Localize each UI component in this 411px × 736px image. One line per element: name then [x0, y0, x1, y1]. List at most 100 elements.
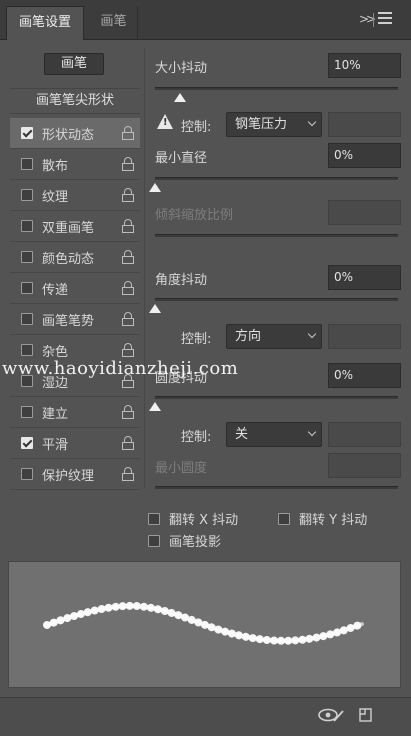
- roundness-control-value: 关: [235, 427, 249, 442]
- lock-icon[interactable]: [122, 312, 134, 326]
- list-item-label: 传递: [42, 283, 69, 298]
- size-control-label: 控制:: [181, 120, 212, 135]
- lock-icon[interactable]: [122, 188, 134, 202]
- lock-icon[interactable]: [122, 157, 134, 171]
- lock-icon[interactable]: [122, 343, 134, 357]
- panel-menu-icon[interactable]: [378, 12, 392, 26]
- list-item-label: 平滑: [42, 438, 69, 453]
- size-control-value: 钢笔压力: [235, 117, 288, 132]
- list-item-label: 纹理: [42, 190, 69, 205]
- roundness-control-label: 控制:: [181, 430, 212, 445]
- angle-control-dropdown[interactable]: 方向: [226, 324, 322, 349]
- brush-pose-checkbox[interactable]: [21, 313, 33, 325]
- flip-x-checkbox[interactable]: [148, 513, 160, 525]
- tilt-scale-track: [155, 234, 398, 237]
- noise-checkbox[interactable]: [21, 344, 33, 356]
- roundness-jitter-slider-thumb[interactable]: [149, 402, 161, 411]
- min-diameter-slider-thumb[interactable]: [149, 183, 161, 192]
- lock-icon[interactable]: [122, 250, 134, 264]
- dual-brush-checkbox[interactable]: [21, 220, 33, 232]
- scattering-checkbox[interactable]: [21, 158, 33, 170]
- lock-icon[interactable]: [122, 467, 134, 481]
- tab-brush-settings[interactable]: 画笔设置: [6, 6, 84, 40]
- smoothing-checkbox[interactable]: [21, 437, 33, 449]
- build-up-checkbox[interactable]: [21, 406, 33, 418]
- list-item-label: 颜色动态: [42, 252, 95, 267]
- chevron-down-icon: [307, 117, 317, 127]
- roundness-jitter-track[interactable]: [155, 396, 398, 399]
- lock-icon[interactable]: [122, 219, 134, 233]
- list-item-scattering[interactable]: 散布: [10, 149, 140, 180]
- list-item-transfer[interactable]: 传递: [10, 273, 140, 304]
- brush-stroke-preview: [8, 561, 401, 688]
- brush-presets-button[interactable]: 画笔: [44, 53, 104, 75]
- lock-icon[interactable]: [122, 281, 134, 295]
- panel-tabbar: 画笔设置 画笔 >>: [0, 0, 411, 40]
- roundness-control-dropdown[interactable]: 关: [226, 422, 322, 447]
- column-divider: [144, 48, 145, 488]
- eye-toggle-icon[interactable]: [318, 707, 344, 723]
- list-item-label: 建立: [42, 407, 69, 422]
- flip-y-checkbox[interactable]: [278, 513, 290, 525]
- brush-options-list: 形状动态 散布 纹理 双重画笔 颜色动态 传递 画笔笔势 杂色 湿边 建立 平滑…: [10, 118, 140, 490]
- size-control-dropdown[interactable]: 钢笔压力: [226, 112, 322, 137]
- watermark-text: www.haoyidianzheji.com: [2, 358, 239, 379]
- list-item-protect-texture[interactable]: 保护纹理: [10, 459, 140, 490]
- chevron-down-icon: [307, 427, 317, 437]
- size-jitter-track[interactable]: [155, 87, 398, 90]
- min-diameter-label: 最小直径: [155, 151, 208, 166]
- brush-projection-checkbox[interactable]: [148, 535, 160, 547]
- list-item-label: 保护纹理: [42, 469, 95, 484]
- list-item-shape-dynamics[interactable]: 形状动态: [10, 118, 140, 149]
- warning-icon: !: [157, 114, 173, 129]
- list-item-color-dynamics[interactable]: 颜色动态: [10, 242, 140, 273]
- angle-control-value: 方向: [235, 329, 262, 344]
- angle-jitter-slider-thumb[interactable]: [149, 304, 161, 313]
- list-item-smoothing[interactable]: 平滑: [10, 428, 140, 459]
- lock-icon[interactable]: [122, 436, 134, 450]
- list-item-label: 形状动态: [42, 128, 95, 143]
- min-roundness-label: 最小圆度: [155, 461, 208, 476]
- min-roundness-input: [328, 453, 401, 478]
- list-item-dual-brush[interactable]: 双重画笔: [10, 211, 140, 242]
- list-item-label: 画笔笔势: [42, 314, 95, 329]
- angle-control-label: 控制:: [181, 332, 212, 347]
- list-item-label: 双重画笔: [42, 221, 95, 236]
- angle-jitter-input[interactable]: 0%: [328, 265, 401, 290]
- tilt-scale-label: 倾斜缩放比例: [155, 208, 234, 223]
- roundness-control-extra-field: [328, 422, 401, 447]
- lock-icon[interactable]: [122, 126, 134, 140]
- protect-texture-checkbox[interactable]: [21, 468, 33, 480]
- expand-icon[interactable]: >>: [359, 12, 376, 26]
- angle-jitter-track[interactable]: [155, 298, 398, 301]
- color-dynamics-checkbox[interactable]: [21, 251, 33, 263]
- min-diameter-input[interactable]: 0%: [328, 143, 401, 168]
- brush-tip-shape-header[interactable]: 画笔笔尖形状: [10, 88, 140, 114]
- min-roundness-track: [155, 486, 398, 489]
- chevron-down-icon: [307, 329, 317, 339]
- angle-jitter-label: 角度抖动: [155, 273, 208, 288]
- new-preset-icon[interactable]: [358, 707, 374, 723]
- list-item-label: 散布: [42, 159, 69, 174]
- size-jitter-label: 大小抖动: [155, 61, 208, 76]
- size-control-extra-field: [328, 112, 401, 137]
- tab-brushes[interactable]: 画笔: [90, 6, 138, 40]
- lock-icon[interactable]: [122, 405, 134, 419]
- min-diameter-track[interactable]: [155, 177, 398, 180]
- list-item-brush-pose[interactable]: 画笔笔势: [10, 304, 140, 335]
- list-item-texture[interactable]: 纹理: [10, 180, 140, 211]
- flip-x-label: 翻转 X 抖动: [169, 513, 239, 528]
- transfer-checkbox[interactable]: [21, 282, 33, 294]
- texture-checkbox[interactable]: [21, 189, 33, 201]
- panel-bottom-bar: [0, 697, 411, 736]
- flip-y-label: 翻转 Y 抖动: [299, 513, 368, 528]
- angle-control-extra-field: [328, 324, 401, 349]
- size-jitter-input[interactable]: 10%: [328, 53, 401, 78]
- size-jitter-slider-thumb[interactable]: [174, 93, 186, 102]
- stroke-preview-canvas: [43, 601, 366, 645]
- shape-dynamics-checkbox[interactable]: [21, 127, 33, 139]
- list-item-build-up[interactable]: 建立: [10, 397, 140, 428]
- roundness-jitter-input[interactable]: 0%: [328, 363, 401, 388]
- tilt-scale-input: [328, 200, 401, 225]
- tabbar-separator: [373, 13, 374, 27]
